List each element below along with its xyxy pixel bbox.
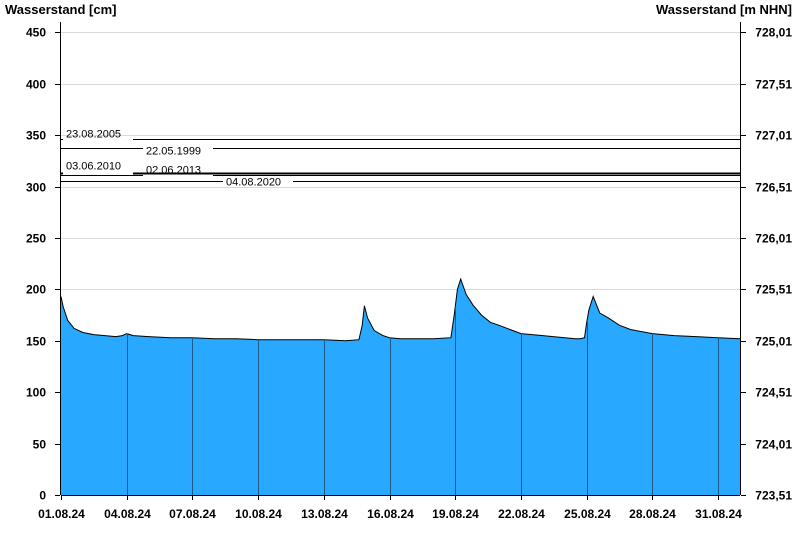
flood-mark-label: 02.06.2013 xyxy=(146,165,201,177)
x-tick-label: 13.08.24 xyxy=(301,507,348,521)
x-tick-label: 04.08.24 xyxy=(104,507,151,521)
right-axis-title: Wasserstand [m NHN] xyxy=(656,2,792,17)
right-tick-label: 725,51 xyxy=(755,283,792,297)
right-tick-label: 725,01 xyxy=(755,335,792,349)
right-tick-label: 727,51 xyxy=(755,78,792,92)
x-tick-label: 16.08.24 xyxy=(367,507,414,521)
left-tick-label: 250 xyxy=(26,232,46,246)
left-tick-label: 0 xyxy=(39,489,46,503)
flood-mark-label: 23.08.2005 xyxy=(66,129,121,141)
right-tick-label: 728,01 xyxy=(755,26,792,40)
left-tick-label: 50 xyxy=(33,438,47,452)
flood-mark-lines: 23.08.2005 22.05.1999 03.06.2010 02.06.2013… xyxy=(61,129,740,189)
flood-mark-label: 04.08.2020 xyxy=(226,177,281,189)
right-tick-label: 727,01 xyxy=(755,129,792,143)
x-tick-label: 22.08.24 xyxy=(498,507,545,521)
left-tick-label: 300 xyxy=(26,181,46,195)
left-axis-title: Wasserstand [cm] xyxy=(5,2,117,17)
x-tick-label: 10.08.24 xyxy=(235,507,282,521)
water-level-area xyxy=(60,277,741,495)
right-tick-label: 724,01 xyxy=(755,438,792,452)
flood-mark-label: 03.06.2010 xyxy=(66,161,121,173)
left-tick-label: 100 xyxy=(26,386,46,400)
left-tick-label: 450 xyxy=(26,26,46,40)
x-tick-label: 07.08.24 xyxy=(169,507,216,521)
x-tick-label: 01.08.24 xyxy=(38,507,85,521)
right-tick-label: 723,51 xyxy=(755,489,792,503)
x-tick-label: 28.08.24 xyxy=(629,507,676,521)
water-level-chart: 23.08.2005 22.05.1999 03.06.2010 02.06.2013… xyxy=(5,2,792,521)
right-tick-label: 726,51 xyxy=(755,181,792,195)
water-level-fill xyxy=(61,279,740,495)
x-tick-label: 25.08.24 xyxy=(564,507,611,521)
right-tick-label: 724,51 xyxy=(755,386,792,400)
left-tick-label: 400 xyxy=(26,78,46,92)
left-tick-label: 200 xyxy=(26,283,46,297)
flood-mark-label: 22.05.1999 xyxy=(146,146,201,158)
left-tick-label: 350 xyxy=(26,129,46,143)
x-tick-label: 31.08.24 xyxy=(695,507,742,521)
x-tick-label: 19.08.24 xyxy=(432,507,479,521)
right-tick-label: 726,01 xyxy=(755,232,792,246)
left-tick-label: 150 xyxy=(26,335,46,349)
